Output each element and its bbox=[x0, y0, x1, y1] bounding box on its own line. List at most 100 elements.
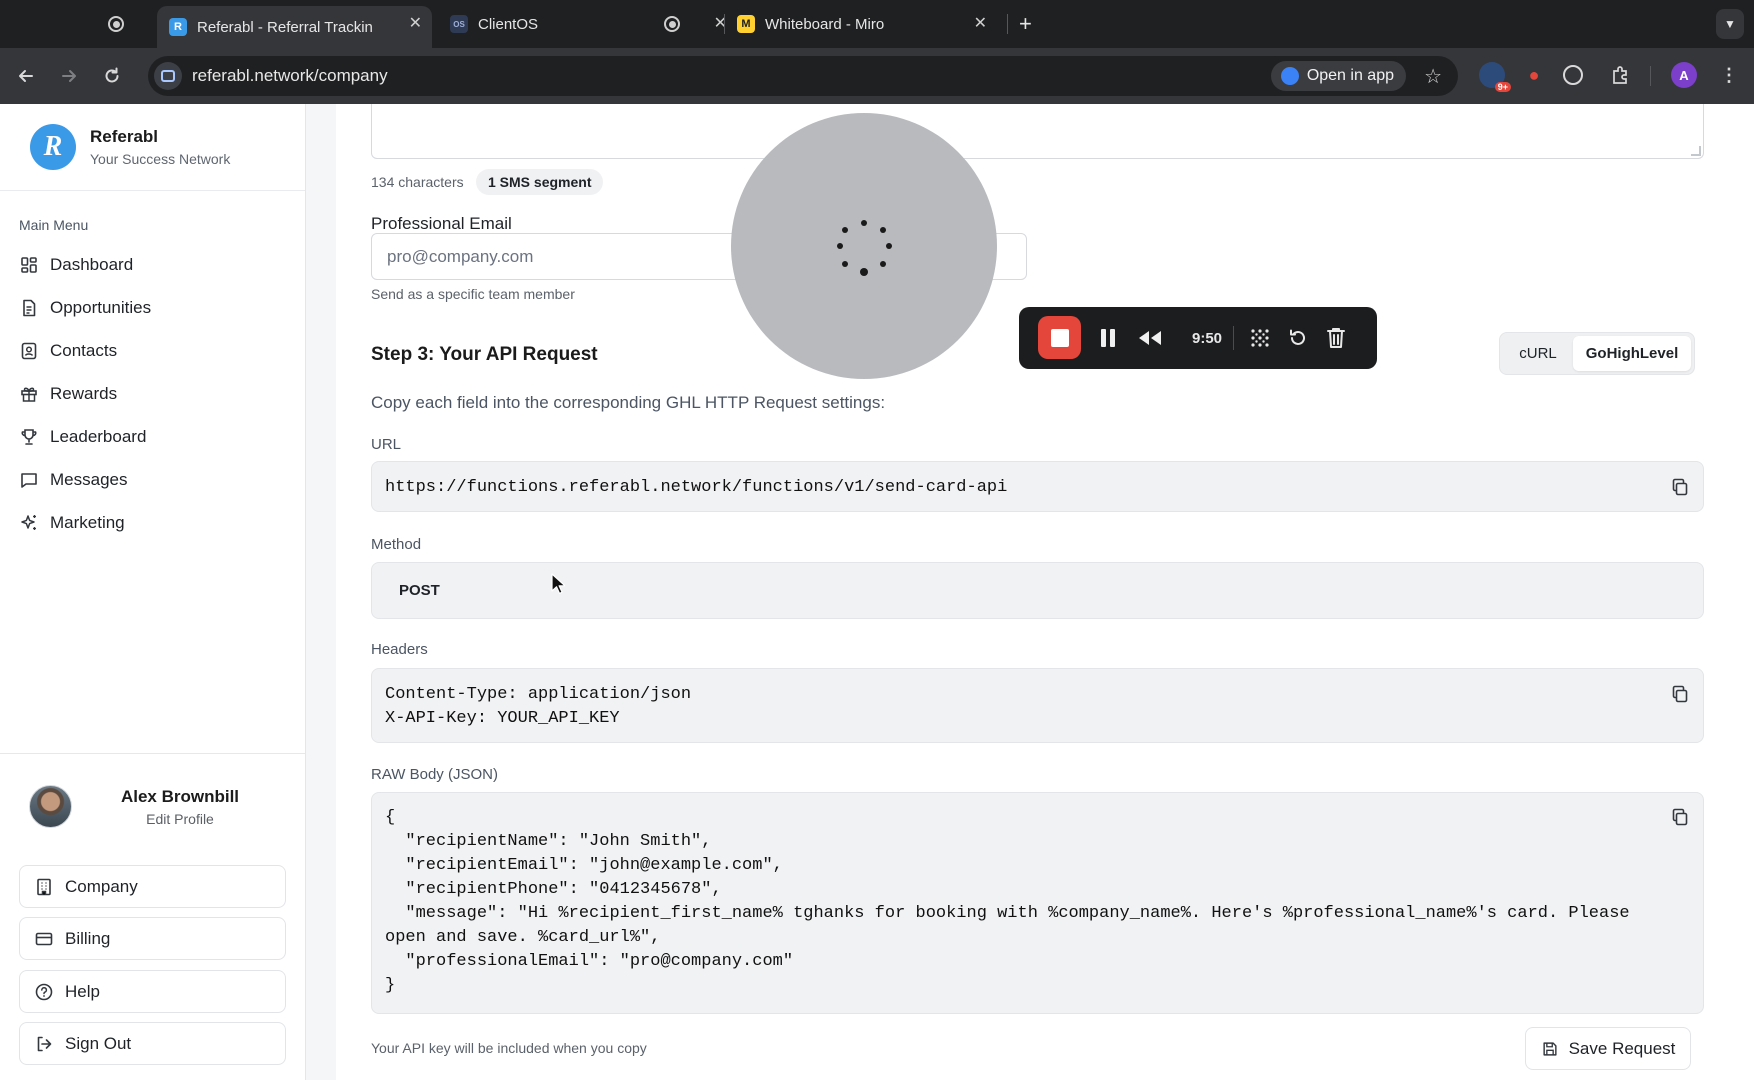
recording-icon bbox=[664, 16, 680, 32]
sidebar-item-rewards[interactable]: Rewards bbox=[0, 372, 305, 415]
save-icon bbox=[1543, 1041, 1557, 1056]
tab-curl[interactable]: cURL bbox=[1503, 336, 1573, 371]
spinner-dot bbox=[837, 243, 843, 249]
rewind-icon bbox=[1139, 331, 1161, 345]
sidebar: R Referabl Your Success Network Main Men… bbox=[0, 104, 306, 1080]
reload-button[interactable] bbox=[100, 64, 124, 88]
pause-button[interactable] bbox=[1092, 322, 1124, 354]
profile-avatar[interactable]: A bbox=[1671, 62, 1697, 88]
grid-button[interactable] bbox=[1243, 322, 1277, 354]
tab-title: Referabl - Referral Trackin bbox=[197, 18, 373, 36]
sidebar-footer: Alex Brownbill Edit Profile Company Bill… bbox=[0, 753, 305, 1065]
tab-gohighlevel[interactable]: GoHighLevel bbox=[1573, 336, 1691, 371]
restart-button[interactable] bbox=[1282, 322, 1314, 354]
user-profile[interactable]: Alex Brownbill Edit Profile bbox=[0, 754, 305, 860]
extensions-puzzle-icon[interactable] bbox=[1607, 62, 1633, 88]
stop-recording-button[interactable] bbox=[1038, 316, 1081, 359]
sidebar-item-label: Opportunities bbox=[50, 297, 152, 317]
sidebar-item-leaderboard[interactable]: Leaderboard bbox=[0, 415, 305, 458]
billing-button[interactable]: Billing bbox=[19, 917, 286, 960]
address-bar[interactable]: referabl.network/company Open in app ☆ bbox=[148, 56, 1458, 96]
brand-name: Referabl bbox=[90, 127, 159, 146]
menu-heading: Main Menu bbox=[19, 217, 89, 233]
sidebar-item-label: Messages bbox=[50, 469, 128, 489]
recording-timer: 9:50 bbox=[1191, 329, 1223, 347]
sign-out-icon bbox=[37, 1036, 52, 1051]
close-tab-icon[interactable]: ✕ bbox=[409, 15, 422, 33]
url-field[interactable]: https://functions.referabl.network/funct… bbox=[371, 461, 1704, 512]
url-text[interactable]: referabl.network/company bbox=[192, 66, 388, 86]
sidebar-item-contacts[interactable]: Contacts bbox=[0, 329, 305, 372]
professional-email-hint: Send as a specific team member bbox=[371, 286, 575, 302]
site-info-icon[interactable] bbox=[154, 62, 182, 90]
save-request-label: Save Request bbox=[1568, 1038, 1676, 1058]
recorder-divider bbox=[1233, 326, 1234, 350]
new-tab-button[interactable]: + bbox=[1019, 6, 1039, 42]
extension-icon[interactable]: 9+ bbox=[1479, 62, 1511, 92]
reload-icon bbox=[105, 67, 119, 83]
tab-divider bbox=[724, 14, 725, 34]
headers-field[interactable]: Content-Type: application/json X-API-Key… bbox=[371, 668, 1704, 743]
document-icon bbox=[23, 299, 36, 316]
credit-card-icon bbox=[35, 932, 53, 945]
rewind-button[interactable] bbox=[1132, 322, 1168, 354]
trash-icon bbox=[1327, 328, 1345, 348]
billing-label: Billing bbox=[65, 928, 111, 948]
sidebar-item-dashboard[interactable]: Dashboard bbox=[0, 243, 305, 286]
tab-miro[interactable]: M Whiteboard - Miro ✕ bbox=[737, 6, 997, 42]
open-in-app-label: Open in app bbox=[1306, 67, 1394, 84]
avatar[interactable] bbox=[29, 785, 72, 828]
forward-button[interactable] bbox=[57, 64, 81, 88]
copy-icon[interactable] bbox=[1670, 684, 1690, 704]
kebab-menu-icon[interactable]: ⋮ bbox=[1716, 62, 1742, 88]
brand[interactable]: R Referabl Your Success Network bbox=[0, 104, 305, 191]
sidebar-item-marketing[interactable]: Marketing bbox=[0, 501, 305, 544]
open-in-app-button[interactable]: Open in app bbox=[1270, 61, 1406, 91]
raw-body-field[interactable]: { "recipientName": "John Smith", "recipi… bbox=[371, 792, 1704, 1014]
pause-icon bbox=[1101, 329, 1115, 347]
help-label: Help bbox=[65, 981, 100, 1001]
edit-profile-link[interactable]: Edit Profile bbox=[80, 811, 280, 827]
headers-value[interactable]: Content-Type: application/json X-API-Key… bbox=[385, 683, 1690, 731]
raw-body-label: RAW Body (JSON) bbox=[371, 766, 498, 783]
miro-icon: M bbox=[737, 15, 755, 33]
method-field[interactable]: POST bbox=[371, 562, 1704, 619]
format-toggle: cURL GoHighLevel bbox=[1499, 332, 1695, 375]
help-button[interactable]: Help bbox=[19, 970, 286, 1013]
message-textarea[interactable] bbox=[371, 104, 1704, 159]
bookmark-star-icon[interactable]: ☆ bbox=[1424, 64, 1442, 89]
sign-out-button[interactable]: Sign Out bbox=[19, 1022, 286, 1065]
tab-record[interactable] bbox=[108, 6, 144, 42]
sidebar-item-label: Marketing bbox=[50, 512, 125, 532]
building-icon bbox=[37, 878, 51, 895]
brand-tagline: Your Success Network bbox=[90, 151, 231, 167]
sidebar-item-messages[interactable]: Messages bbox=[0, 458, 305, 501]
copy-icon[interactable] bbox=[1670, 477, 1690, 497]
tab-clientos[interactable]: OS ClientOS ✕ bbox=[450, 6, 727, 42]
url-label: URL bbox=[371, 436, 402, 453]
spinner-dot bbox=[842, 227, 848, 233]
sidebar-item-label: Rewards bbox=[50, 383, 118, 403]
save-request-button[interactable]: Save Request bbox=[1525, 1027, 1691, 1070]
copy-icon[interactable] bbox=[1670, 807, 1690, 827]
company-button[interactable]: Company bbox=[19, 865, 286, 908]
extension-icon[interactable]: ● bbox=[1521, 62, 1547, 88]
method-label: Method bbox=[371, 536, 422, 553]
spinner-dot bbox=[880, 227, 886, 233]
password-manager-icon[interactable] bbox=[1563, 65, 1583, 85]
referabl-icon: R bbox=[169, 18, 187, 36]
resize-handle[interactable] bbox=[1691, 146, 1701, 156]
tab-referabl[interactable]: R Referabl - Referral Trackin ✕ bbox=[157, 6, 432, 48]
message-icon bbox=[21, 472, 37, 488]
close-tab-icon[interactable]: ✕ bbox=[974, 15, 987, 33]
raw-body-value[interactable]: { "recipientName": "John Smith", "recipi… bbox=[385, 806, 1641, 998]
help-icon bbox=[35, 983, 53, 1000]
tab-search-button[interactable]: ▼ bbox=[1716, 9, 1744, 39]
toolbar-divider bbox=[1650, 66, 1651, 86]
sidebar-item-opportunities[interactable]: Opportunities bbox=[0, 286, 305, 329]
instructions-text: Copy each field into the corresponding G… bbox=[371, 393, 886, 412]
url-value[interactable]: https://functions.referabl.network/funct… bbox=[385, 476, 1690, 500]
character-count: 134 characters bbox=[371, 174, 464, 190]
back-button[interactable] bbox=[14, 64, 38, 88]
delete-recording-button[interactable] bbox=[1320, 322, 1352, 354]
